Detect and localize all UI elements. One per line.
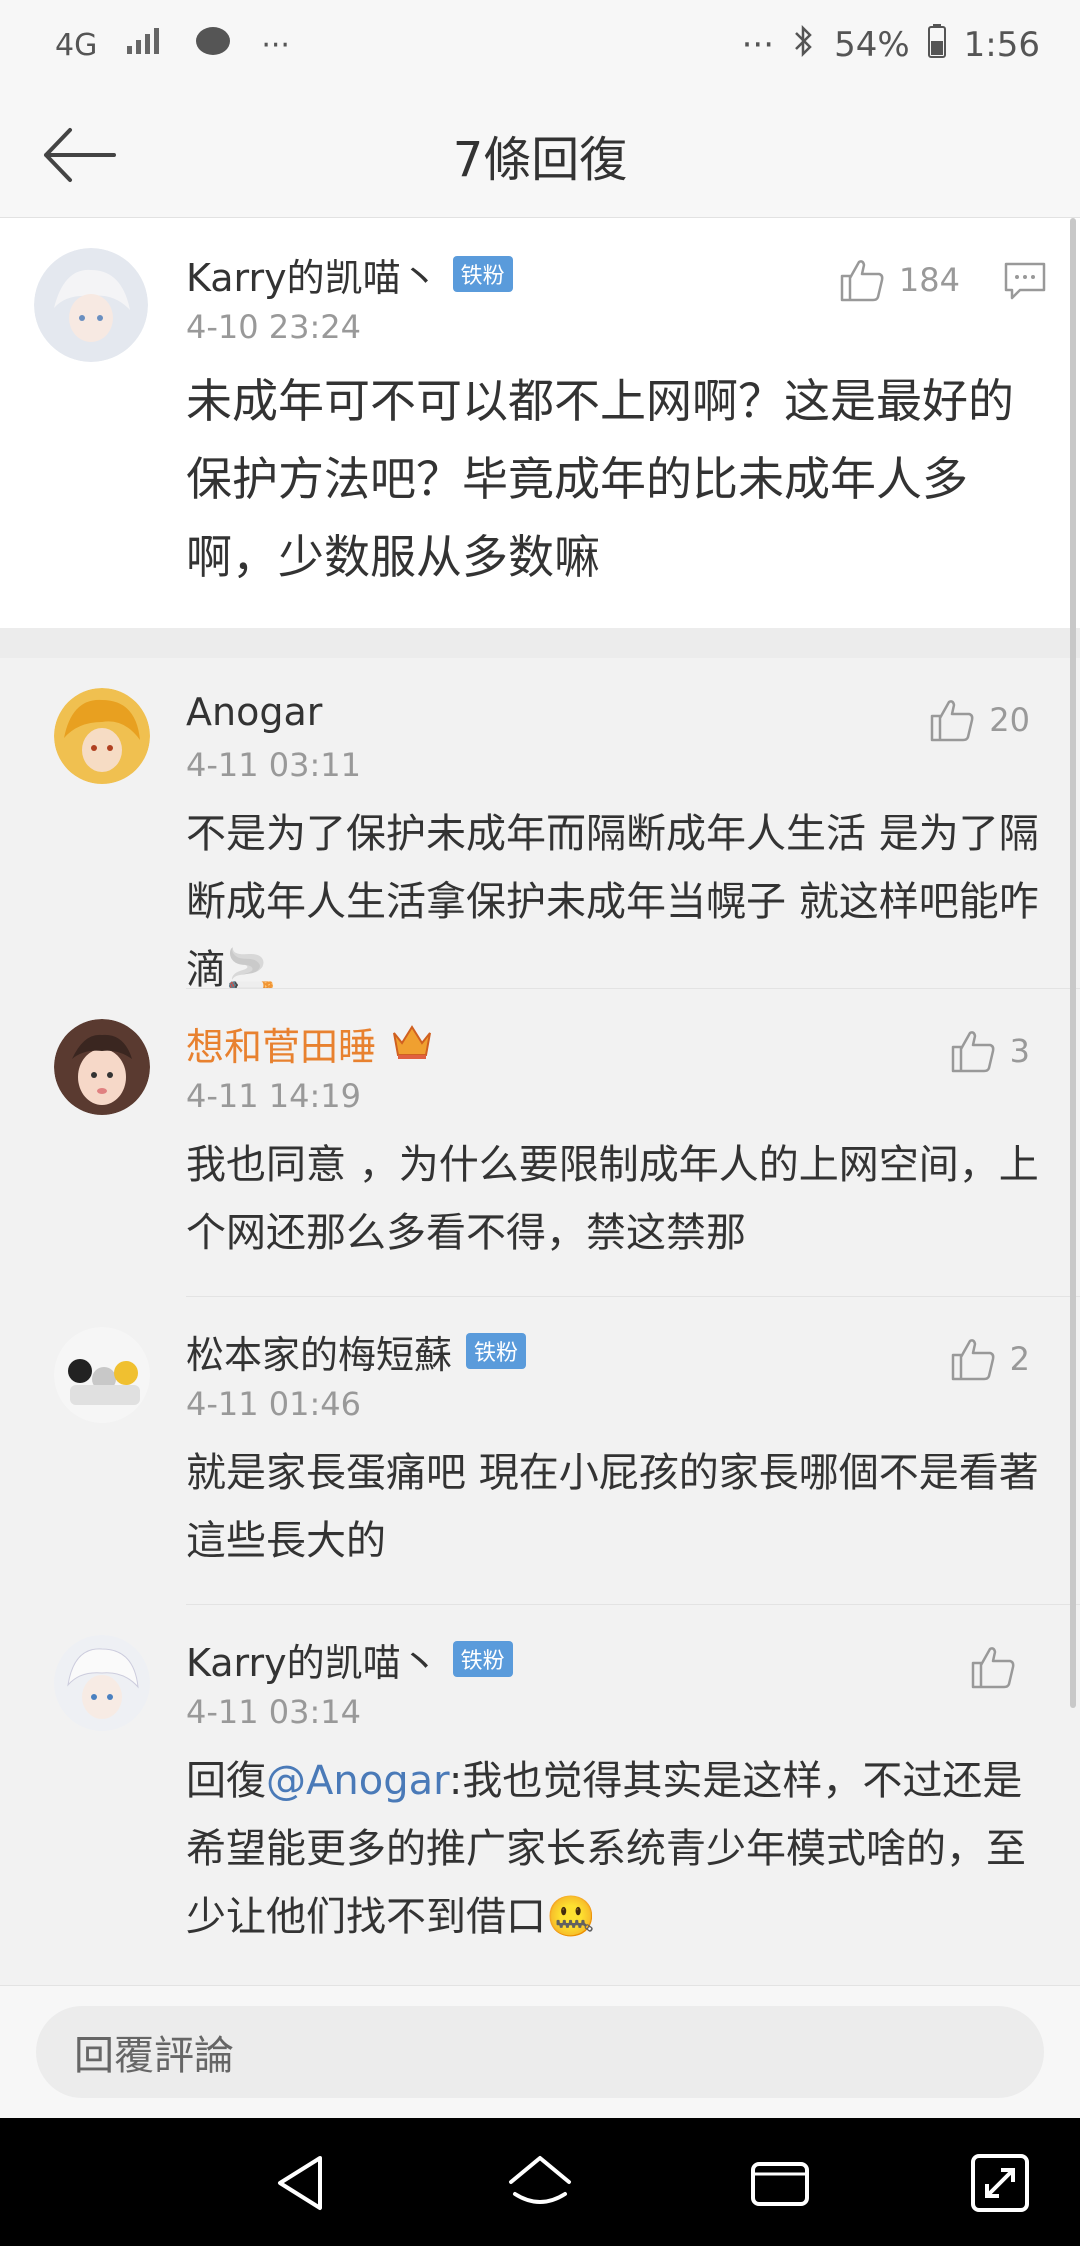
thumbs-up-icon <box>951 1031 995 1073</box>
reply-item[interactable]: Karry的凯喵丶 铁粉 4-11 03:14 回復@Anogar:我也觉得其实… <box>54 1604 1080 1985</box>
comment-time: 4-11 03:11 <box>186 746 362 784</box>
comment-time: 4-10 23:24 <box>186 308 362 346</box>
like-button[interactable]: 2 <box>950 1337 1030 1381</box>
reply-input[interactable]: 回覆評論 <box>36 2006 1044 2098</box>
fan-badge: 铁粉 <box>452 1641 513 1677</box>
network-label: 4G <box>55 27 98 63</box>
reply-prefix: 回復 <box>186 1758 266 1804</box>
thumbs-up-icon <box>951 1339 995 1381</box>
crown-icon <box>390 1021 434 1065</box>
system-nav-bar <box>0 2118 1080 2246</box>
app-notification-icon <box>193 23 233 67</box>
back-icon[interactable] <box>270 2148 340 2218</box>
comment-time: 4-11 03:14 <box>186 1693 362 1731</box>
username[interactable]: 松本家的梅短蘇 <box>186 1324 452 1379</box>
avatar[interactable] <box>34 248 148 362</box>
fan-badge: 铁粉 <box>466 1333 527 1369</box>
like-count: 184 <box>898 261 960 299</box>
avatar[interactable] <box>54 688 150 784</box>
mention-link[interactable]: @Anogar <box>266 1758 449 1804</box>
thumbs-up-icon <box>971 1647 1015 1689</box>
thumbs-up-icon <box>931 700 974 742</box>
thumbs-up-icon <box>840 260 884 302</box>
comment-thread: Karry的凯喵丶 铁粉 4-10 23:24 未成年可不可以都不上网啊？这是最… <box>0 218 1080 1985</box>
like-button[interactable]: 20 <box>929 698 1030 742</box>
avatar[interactable] <box>54 1327 150 1423</box>
signal-icon <box>125 26 165 64</box>
like-count: 2 <box>1009 1340 1030 1378</box>
page-title: 7條回復 <box>452 132 628 188</box>
scrollbar[interactable] <box>1070 218 1076 1708</box>
reply-comment-icon[interactable] <box>1004 262 1046 304</box>
divider <box>0 628 1080 658</box>
comment-text: 不是为了保护未成年而隔断成年人生活 是为了隔断成年人生活拿保护未成年当幌子 就这… <box>186 811 1039 993</box>
clock: 1:56 <box>963 25 1040 65</box>
comment-text: 回復@Anogar:我也觉得其实是这样，不过还是希望能更多的推广家长系统青少年模… <box>186 1747 1040 1951</box>
comment-time: 4-11 01:46 <box>186 1385 362 1423</box>
battery-percent: 54% <box>834 25 910 65</box>
like-button[interactable]: 3 <box>950 1029 1030 1073</box>
reply-item[interactable]: 松本家的梅短蘇 铁粉 4-11 01:46 就是家長蛋痛吧 現在小屁孩的家長哪個… <box>54 1296 1080 1604</box>
avatar[interactable] <box>54 1019 150 1115</box>
more-status-icon: ··· <box>741 25 775 65</box>
username[interactable]: Karry的凯喵丶 <box>186 1632 439 1687</box>
avatar[interactable] <box>54 1635 150 1731</box>
comment-text: 我也同意 ，为什么要限制成年人的上网空间，上个网还那么多看不得，禁这禁那 <box>186 1142 1039 1256</box>
more-notifications-icon: ··· <box>261 27 290 63</box>
status-bar: 4G ··· ··· 54% 1:56 <box>0 0 1080 90</box>
like-button[interactable]: 184 <box>839 258 960 302</box>
expand-icon[interactable] <box>965 2148 1035 2218</box>
username[interactable]: 想和菅田睡 <box>186 1016 376 1071</box>
comment-time: 4-11 14:19 <box>186 1077 362 1115</box>
reply-item[interactable]: 想和菅田睡 4-11 14:19 我也同意 ，为什么要限制成年人的上网空间，上个… <box>54 988 1080 1296</box>
like-button[interactable] <box>970 1645 1030 1689</box>
like-count: 20 <box>989 701 1030 739</box>
main-comment[interactable]: Karry的凯喵丶 铁粉 4-10 23:24 未成年可不可以都不上网啊？这是最… <box>0 218 1080 628</box>
username[interactable]: Anogar <box>186 690 322 734</box>
username[interactable]: Karry的凯喵丶 <box>186 247 439 302</box>
fan-badge: 铁粉 <box>452 256 513 292</box>
like-count: 3 <box>1009 1032 1030 1070</box>
comment-text: 就是家長蛋痛吧 現在小屁孩的家長哪個不是看著這些長大的 <box>186 1450 1039 1564</box>
recents-icon[interactable] <box>745 2148 815 2218</box>
nav-bar: 7條回復 <box>0 90 1080 218</box>
battery-icon <box>927 23 946 67</box>
home-icon[interactable] <box>505 2148 575 2218</box>
reply-bar: 回覆評論 <box>0 1985 1080 2118</box>
comment-text: 未成年可不可以都不上网啊？这是最好的保护方法吧？毕竟成年的比未成年人多啊，少数服… <box>186 374 1014 584</box>
bluetooth-icon <box>792 24 816 67</box>
reply-item[interactable]: Anogar 4-11 03:11 不是为了保护未成年而隔断成年人生活 是为了隔… <box>0 658 1080 993</box>
